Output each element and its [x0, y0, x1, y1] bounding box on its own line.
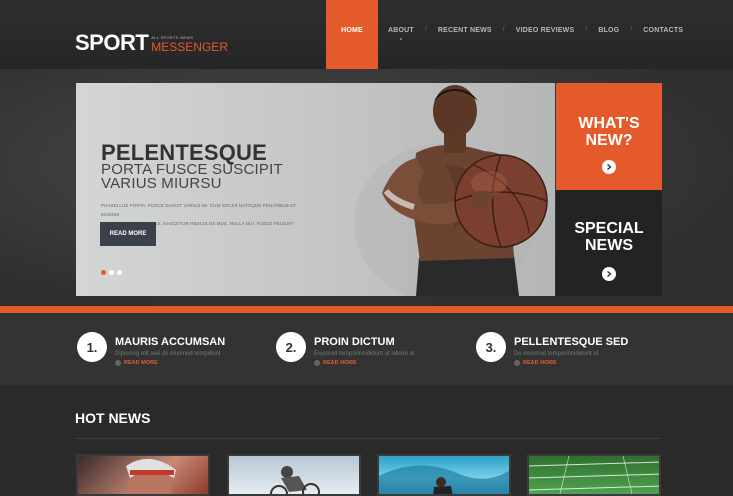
special-news-box[interactable]: SPECIAL NEWS [556, 190, 662, 296]
logo-side: ALL SPORTS NEWS MESSENGER [151, 35, 228, 54]
site-header: SPORT ALL SPORTS NEWS MESSENGER HOME ABO… [0, 0, 733, 69]
nav-video-reviews-label: VIDEO REVIEWS [515, 27, 575, 34]
arrow-circle-icon [314, 360, 320, 366]
nav-hover-dot [399, 38, 402, 40]
arrow-right-icon[interactable] [602, 160, 616, 174]
nav-blog-label: BLOG [598, 27, 620, 34]
nav-recent-news-label: RECENT NEWS [437, 27, 492, 34]
football-field-photo [529, 456, 659, 494]
slider-dot[interactable] [109, 270, 114, 275]
feature-item: 3. PELLENTESQUE SED Do eiusmod temporinc… [476, 330, 666, 374]
special-news-line1: SPECIAL [574, 220, 644, 237]
special-news-title: SPECIAL NEWS [556, 220, 662, 254]
whats-new-line2: NEW? [585, 132, 633, 149]
surfer-photo [379, 465, 509, 494]
feature-description: Do eiusmod temporincididunt ut [514, 351, 599, 357]
feature-description: Dipiscing elit sed do eiusmod tempidunt [115, 351, 221, 357]
feature-read-more-link[interactable]: READ MORE [514, 360, 557, 366]
slider-dot[interactable] [117, 270, 122, 275]
hero-accent-line [0, 306, 733, 313]
feature-number-badge: 3. [476, 332, 506, 362]
nav-about-label: ABOUT [388, 27, 414, 34]
feature-number-badge: 1. [77, 332, 107, 362]
nav-contacts[interactable]: CONTACTS [643, 0, 683, 69]
slider-dot[interactable] [101, 270, 106, 275]
volleyball-player-photo [126, 458, 176, 494]
nav-video-reviews[interactable]: VIDEO REVIEWS [516, 0, 575, 69]
nav-separator: / [502, 26, 505, 33]
feature-title[interactable]: PROIN DICTUM [314, 336, 395, 348]
hot-news-section: HOT NEWS [0, 385, 733, 496]
basketball-player-image [354, 85, 548, 296]
feature-item: 2. PROIN DICTUM Eiusmod temporincididunt… [276, 330, 466, 374]
features-row: 1. MAURIS ACCUMSAN Dipiscing elit sed do… [0, 313, 733, 385]
logo-sub-text: MESSENGER [151, 40, 228, 54]
news-thumbnail-bmx[interactable] [227, 454, 361, 496]
nav-separator: / [424, 26, 427, 33]
feature-title[interactable]: MAURIS ACCUMSAN [115, 336, 225, 348]
feature-description: Eiusmod temporincididunt ut labore et [314, 351, 415, 357]
nav-separator: / [630, 26, 633, 33]
slider-pagination [101, 270, 122, 275]
feature-read-more-link[interactable]: READ MORE [115, 360, 158, 366]
whats-new-title: WHAT'S NEW? [556, 115, 662, 149]
nav-separator: / [585, 26, 588, 33]
feature-read-more-label: READ MORE [124, 360, 158, 366]
feature-number-badge: 2. [276, 332, 306, 362]
hero-slide: PELENTESQUE PORTA FUSCE SUSCIPIT VARIUS … [76, 83, 555, 296]
special-news-line2: NEWS [585, 237, 633, 254]
feature-item: 1. MAURIS ACCUMSAN Dipiscing elit sed do… [77, 330, 267, 374]
nav-home[interactable]: HOME [326, 0, 378, 69]
bmx-rider-photo [270, 466, 320, 494]
hot-news-heading: HOT NEWS [75, 410, 151, 426]
nav-about[interactable]: ABOUT [388, 0, 414, 69]
news-thumbnail-football[interactable] [527, 454, 661, 496]
site-logo[interactable]: SPORT ALL SPORTS NEWS MESSENGER [75, 32, 228, 54]
feature-read-more-link[interactable]: READ MORE [314, 360, 357, 366]
divider [75, 438, 661, 439]
arrow-right-icon[interactable] [602, 267, 616, 281]
arrow-circle-icon [514, 360, 520, 366]
slide-subtitle-line2: VARIUS MIURSU [101, 175, 222, 192]
nav-blog[interactable]: BLOG [598, 0, 619, 69]
arrow-circle-icon [115, 360, 121, 366]
nav-home-label: HOME [341, 27, 363, 34]
news-thumbnail-volleyball[interactable] [76, 454, 210, 496]
feature-read-more-label: READ MORE [323, 360, 357, 366]
feature-read-more-label: READ MORE [523, 360, 557, 366]
nav-contacts-label: CONTACTS [643, 27, 684, 34]
slide-subtitle: PORTA FUSCE SUSCIPIT VARIUS MIURSU [101, 162, 311, 192]
read-more-button[interactable]: READ MORE [100, 222, 156, 246]
whats-new-line1: WHAT'S [578, 115, 640, 132]
slide-text-line1: PHASELLUS PORTA. FUSCE SUSCIT VARIUS MI.… [101, 203, 297, 217]
whats-new-box[interactable]: WHAT'S NEW? [556, 83, 662, 190]
news-thumbnail-surf[interactable] [377, 454, 511, 496]
nav-recent-news[interactable]: RECENT NEWS [438, 0, 492, 69]
main-nav: HOME ABOUT / RECENT NEWS / VIDEO REVIEWS… [326, 0, 683, 69]
feature-title[interactable]: PELLENTESQUE SED [514, 336, 628, 348]
logo-main-text: SPORT [75, 30, 149, 55]
